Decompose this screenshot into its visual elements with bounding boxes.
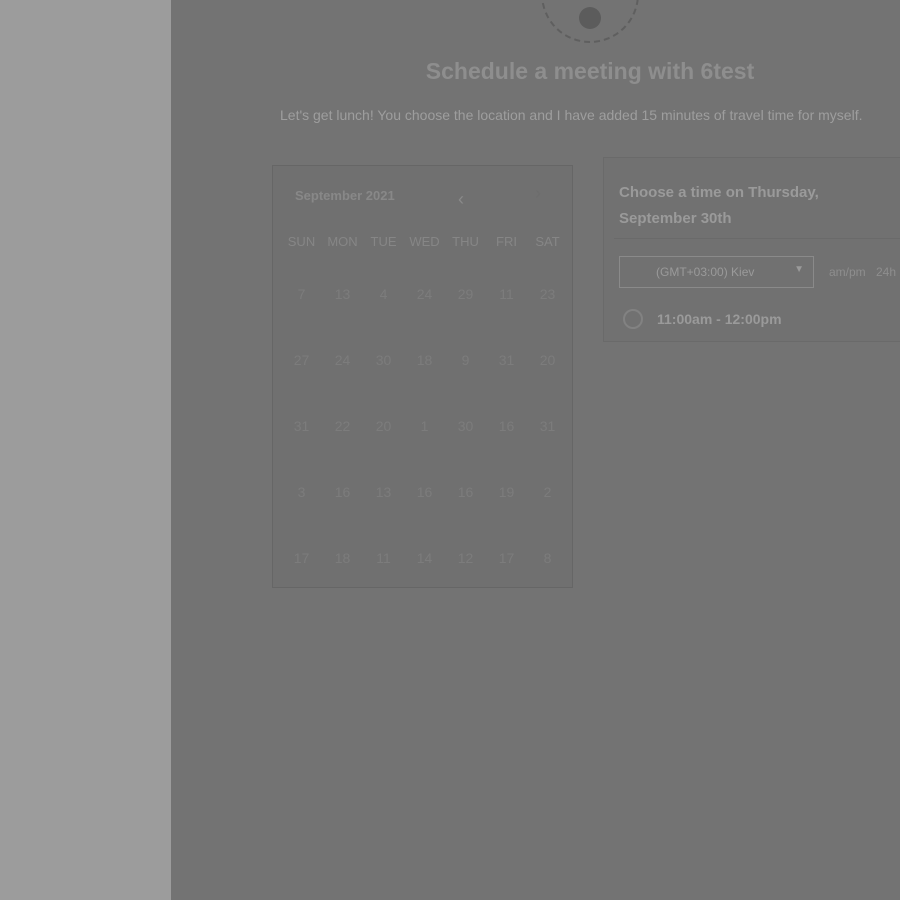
calendar-day[interactable]: 16 bbox=[404, 459, 445, 525]
weekday-header: SUN MON TUE WED THU FRI SAT bbox=[281, 234, 568, 249]
calendar-day[interactable]: 29 bbox=[445, 261, 486, 327]
timezone-select[interactable]: (GMT+03:00) Kiev ▼ bbox=[619, 256, 814, 288]
weekday-label: WED bbox=[409, 234, 440, 249]
calendar-day[interactable]: 7 bbox=[281, 261, 322, 327]
calendar-day[interactable]: 22 bbox=[322, 393, 363, 459]
calendar-grid: 7 13 4 24 29 11 23 27 24 30 18 9 31 20 3… bbox=[281, 261, 568, 591]
divider bbox=[614, 238, 900, 239]
weekday-label: THU bbox=[452, 234, 479, 249]
weekday-label: TUE bbox=[370, 234, 397, 249]
calendar-day[interactable]: 16 bbox=[445, 459, 486, 525]
calendar-day[interactable]: 17 bbox=[281, 525, 322, 591]
prev-month-button[interactable]: ‹ bbox=[458, 190, 472, 208]
calendar-day[interactable]: 31 bbox=[527, 393, 568, 459]
chevron-left-icon: ‹ bbox=[458, 189, 464, 209]
calendar-day[interactable]: 24 bbox=[404, 261, 445, 327]
time-slot[interactable]: 11:00am - 12:00pm bbox=[619, 308, 899, 336]
calendar-day[interactable]: 19 bbox=[486, 459, 527, 525]
calendar-day[interactable]: 31 bbox=[281, 393, 322, 459]
left-panel bbox=[0, 0, 171, 900]
calendar-day[interactable]: 30 bbox=[363, 327, 404, 393]
calendar-day[interactable]: 12 bbox=[445, 525, 486, 591]
calendar-day[interactable]: 24 bbox=[322, 327, 363, 393]
weekday-label: MON bbox=[327, 234, 358, 249]
page-title: Schedule a meeting with 6test bbox=[425, 58, 755, 84]
timezone-value: (GMT+03:00) Kiev bbox=[656, 265, 755, 279]
calendar-day[interactable]: 9 bbox=[445, 327, 486, 393]
weekday-label: FRI bbox=[496, 234, 517, 249]
calendar-day[interactable]: 20 bbox=[527, 327, 568, 393]
calendar-day[interactable]: 31 bbox=[486, 327, 527, 393]
calendar-day[interactable]: 8 bbox=[527, 525, 568, 591]
calendar-day[interactable]: 4 bbox=[363, 261, 404, 327]
weekday-label: SUN bbox=[287, 234, 316, 249]
calendar-day[interactable]: 1 bbox=[404, 393, 445, 459]
calendar-day[interactable]: 11 bbox=[363, 525, 404, 591]
calendar-day[interactable]: 2 bbox=[527, 459, 568, 525]
time-panel-title: Choose a time on Thursday, September 30t… bbox=[619, 184, 819, 227]
calendar-day[interactable]: 20 bbox=[363, 393, 404, 459]
calendar-day[interactable]: 13 bbox=[363, 459, 404, 525]
calendar-day[interactable]: 18 bbox=[322, 525, 363, 591]
dropdown-caret-icon: ▼ bbox=[794, 264, 804, 275]
weekday-label: SAT bbox=[535, 234, 560, 249]
calendar-day[interactable]: 11 bbox=[486, 261, 527, 327]
chevron-right-icon: › bbox=[535, 183, 541, 203]
calendar-day[interactable]: 23 bbox=[527, 261, 568, 327]
calendar-day[interactable]: 30 bbox=[445, 393, 486, 459]
avatar-image bbox=[579, 7, 601, 29]
calendar-day[interactable]: 16 bbox=[322, 459, 363, 525]
calendar-day[interactable]: 27 bbox=[281, 327, 322, 393]
calendar-day[interactable]: 14 bbox=[404, 525, 445, 591]
calendar-day[interactable]: 13 bbox=[322, 261, 363, 327]
time-selection-card: Choose a time on Thursday, September 30t… bbox=[603, 157, 900, 342]
calendar-card: September 2021 ‹ › SUN MON TUE WED THU F… bbox=[272, 165, 573, 588]
month-label: September 2021 bbox=[295, 188, 395, 203]
format-ampm-toggle[interactable]: am/pm bbox=[829, 265, 866, 279]
calendar-day[interactable]: 3 bbox=[281, 459, 322, 525]
format-24h-toggle[interactable]: 24h bbox=[876, 265, 896, 279]
page-description: Let's get lunch! You choose the location… bbox=[280, 107, 863, 123]
next-month-button[interactable]: › bbox=[528, 184, 548, 220]
calendar-day[interactable]: 16 bbox=[486, 393, 527, 459]
calendar-day[interactable]: 18 bbox=[404, 327, 445, 393]
time-slot-label: 11:00am - 12:00pm bbox=[657, 311, 782, 327]
radio-icon bbox=[623, 309, 643, 329]
calendar-day[interactable]: 17 bbox=[486, 525, 527, 591]
